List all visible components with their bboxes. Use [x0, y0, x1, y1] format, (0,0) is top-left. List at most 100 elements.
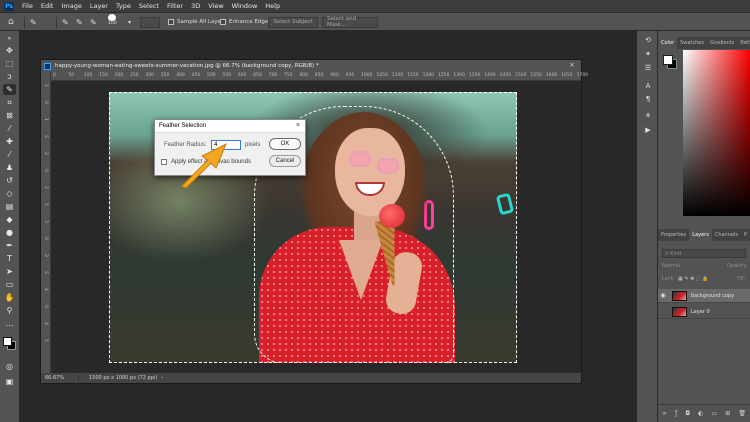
- visibility-eye-icon[interactable]: ◉: [658, 292, 668, 299]
- close-icon[interactable]: ×: [296, 122, 300, 129]
- paragraph-panel-icon[interactable]: ¶: [642, 94, 654, 104]
- lasso-tool-icon[interactable]: ↄ: [3, 71, 16, 82]
- fx-icon[interactable]: ƒ: [675, 410, 677, 417]
- menu-3d[interactable]: 3D: [191, 2, 200, 10]
- feather-radius-input[interactable]: 4: [211, 140, 241, 150]
- menu-help[interactable]: Help: [265, 2, 280, 10]
- menu-file[interactable]: File: [22, 2, 33, 10]
- layer-row-layer-0[interactable]: Layer 0: [658, 305, 750, 319]
- new-layer-icon[interactable]: ⊞: [725, 410, 730, 417]
- brush-angle-field[interactable]: [140, 16, 160, 28]
- color-picker-field[interactable]: [683, 50, 750, 216]
- ruler-tick-label: 750: [284, 73, 293, 78]
- tab-gradients[interactable]: Gradients: [707, 37, 737, 49]
- menu-window[interactable]: Window: [232, 2, 258, 10]
- menu-image[interactable]: Image: [61, 2, 81, 10]
- subtract-selection-icon[interactable]: ✎: [90, 16, 97, 28]
- chevron-right-icon[interactable]: ›: [157, 375, 163, 381]
- pen-tool-icon[interactable]: ✒: [3, 240, 16, 251]
- menu-layer[interactable]: Layer: [90, 2, 108, 10]
- trash-icon[interactable]: 🗑: [738, 410, 746, 417]
- brush-settings-icon[interactable]: ⚘: [642, 111, 654, 121]
- layer-row-background-copy[interactable]: ◉ background copy: [658, 289, 750, 303]
- opacity-label: Opacity:: [727, 263, 748, 269]
- adjustment-icon[interactable]: ◐: [698, 410, 703, 417]
- mask-icon[interactable]: ◘: [685, 410, 690, 417]
- history-panel-icon[interactable]: ⟲: [642, 35, 654, 45]
- blend-mode-select[interactable]: Normal: [662, 263, 680, 269]
- tab-paths[interactable]: P: [741, 229, 750, 241]
- zoom-tool-icon[interactable]: ⚲: [3, 305, 16, 316]
- cancel-button[interactable]: Cancel: [269, 155, 301, 167]
- screen-mode-icon[interactable]: ▣: [3, 376, 16, 387]
- move-tool-icon[interactable]: ✥: [3, 45, 16, 56]
- healing-brush-icon[interactable]: ✚: [3, 136, 16, 147]
- tab-channels[interactable]: Channels: [712, 229, 741, 241]
- feather-selection-dialog: Feather Selection × Feather Radius: 4 pi…: [154, 119, 306, 176]
- home-icon[interactable]: ⌂: [8, 16, 14, 28]
- select-and-mask-button[interactable]: Select and Mask...: [322, 16, 378, 28]
- layer-filter-input[interactable]: ⚲ Kind: [662, 249, 746, 258]
- lock-icons[interactable]: ▦ ✎ ✥ ⬚ 🔒: [678, 276, 708, 282]
- menu-filter[interactable]: Filter: [167, 2, 183, 10]
- rectangle-tool-icon[interactable]: ▭: [3, 279, 16, 290]
- quick-mask-icon[interactable]: ◎: [3, 361, 16, 372]
- chevron-down-icon[interactable]: ▾: [128, 16, 131, 28]
- file-type-icon: [44, 62, 51, 70]
- gradient-tool-icon[interactable]: ▤: [3, 201, 16, 212]
- link-icon[interactable]: ∞: [662, 410, 667, 417]
- tab-swatches[interactable]: Swatches: [677, 37, 707, 49]
- tab-patterns[interactable]: Patt: [737, 37, 750, 49]
- character-panel-icon[interactable]: A: [642, 81, 654, 91]
- brush-tool-icon[interactable]: ⁄: [3, 149, 16, 160]
- history-brush-icon[interactable]: ↺: [3, 175, 16, 186]
- menu-edit[interactable]: Edit: [41, 2, 54, 10]
- tab-color[interactable]: Color: [658, 37, 678, 49]
- properties-panel-icon[interactable]: ☰: [642, 63, 654, 73]
- type-tool-icon[interactable]: T: [3, 253, 16, 264]
- hand-tool-icon[interactable]: ✋: [3, 292, 16, 303]
- select-subject-label: Select Subject: [268, 16, 318, 28]
- document-tab[interactable]: happy-young-woman-eating-sweets-summer-v…: [41, 60, 581, 72]
- ok-button[interactable]: OK: [269, 138, 301, 150]
- eraser-tool-icon[interactable]: ◇: [3, 188, 16, 199]
- panel-collapse-icon[interactable]: »: [3, 33, 16, 44]
- blur-tool-icon[interactable]: ◆: [3, 214, 16, 225]
- add-selection-icon[interactable]: ✎: [76, 16, 83, 28]
- actions-panel-icon[interactable]: ▶: [642, 125, 654, 135]
- foreground-color-swatch[interactable]: [3, 337, 12, 346]
- brush-size-value: 100: [108, 21, 117, 26]
- dodge-tool-icon[interactable]: ●: [3, 227, 16, 238]
- ruler-tick-label: 0: [43, 101, 48, 104]
- group-icon[interactable]: ▭: [711, 410, 717, 417]
- path-selection-icon[interactable]: ➤: [3, 266, 16, 277]
- frame-tool-icon[interactable]: ⊠: [3, 110, 16, 121]
- zoom-level[interactable]: 66.67%: [41, 375, 79, 381]
- ruler-tick-label: 950: [345, 73, 355, 78]
- crop-tool-icon[interactable]: ⌗: [3, 97, 16, 108]
- select-and-mask-label: Select and Mask...: [322, 16, 378, 28]
- close-document-icon[interactable]: ×: [569, 61, 575, 69]
- menu-select[interactable]: Select: [139, 2, 159, 10]
- canvas-area[interactable]: [51, 81, 581, 373]
- more-tools-icon[interactable]: …: [3, 318, 16, 329]
- brush-size-picker[interactable]: 100: [108, 14, 117, 26]
- apply-at-canvas-bounds-checkbox[interactable]: Apply effect at canvas bounds: [161, 159, 251, 165]
- eyedropper-tool-icon[interactable]: ⁄: [3, 123, 16, 134]
- menu-view[interactable]: View: [208, 2, 223, 10]
- quick-selection-tool-icon[interactable]: ✎: [30, 16, 37, 28]
- tab-layers[interactable]: Layers: [689, 229, 712, 241]
- new-selection-icon[interactable]: ✎: [62, 16, 69, 28]
- enhance-edge-checkbox[interactable]: Enhance Edge: [220, 16, 268, 28]
- foreground-color-swatch[interactable]: [663, 55, 673, 65]
- ruler-tick-label: 500: [207, 73, 216, 78]
- layers-panel-tabs: Properties Layers Channels P: [658, 229, 750, 241]
- adjustments-panel-icon[interactable]: ✦: [642, 49, 654, 59]
- tab-properties[interactable]: Properties: [658, 229, 689, 241]
- menu-type[interactable]: Type: [116, 2, 131, 10]
- clone-stamp-icon[interactable]: ♟: [3, 162, 16, 173]
- quick-selection-tool-icon[interactable]: ✎: [3, 84, 16, 95]
- sample-all-layers-checkbox[interactable]: Sample All Layers: [168, 16, 226, 28]
- select-subject-button[interactable]: Select Subject: [268, 16, 318, 28]
- marquee-tool-icon[interactable]: ⬚: [3, 58, 16, 69]
